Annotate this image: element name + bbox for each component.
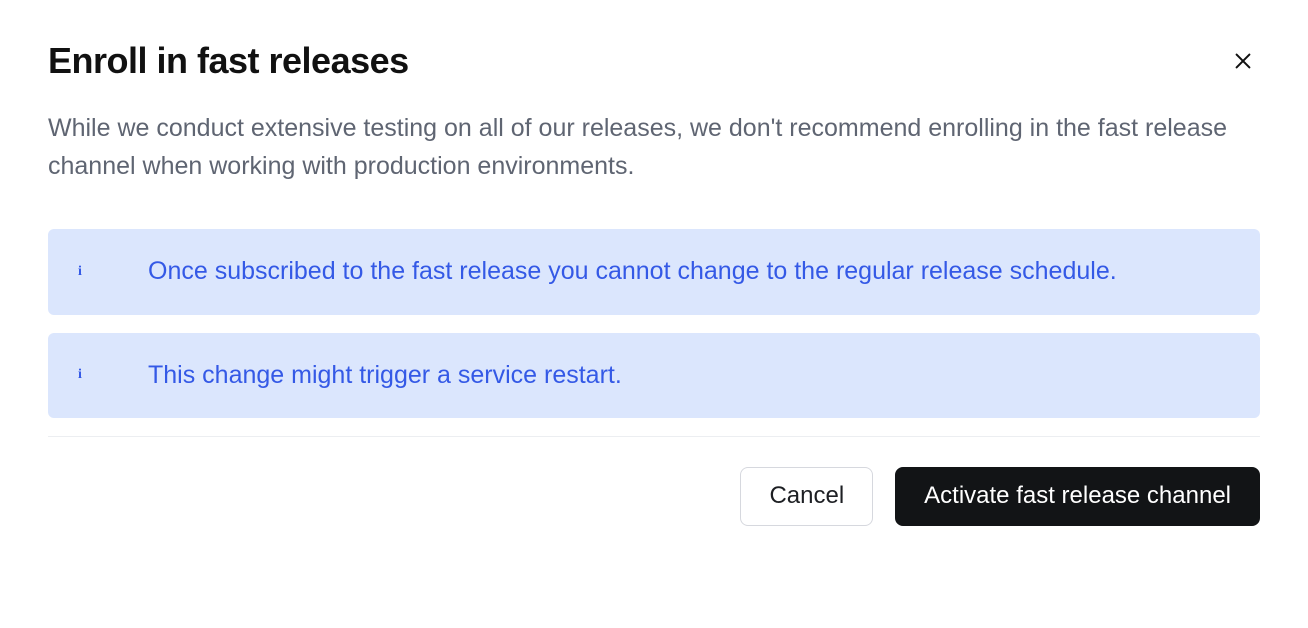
dialog-footer: Cancel Activate fast release channel [48,467,1260,526]
info-icon: i [78,264,148,280]
close-icon [1232,50,1254,72]
info-icon: i [78,367,148,383]
activate-button[interactable]: Activate fast release channel [895,467,1260,526]
divider [48,436,1260,437]
info-banner: i This change might trigger a service re… [48,333,1260,419]
info-banner-text: This change might trigger a service rest… [148,357,1230,395]
cancel-button[interactable]: Cancel [740,467,873,526]
dialog-description: While we conduct extensive testing on al… [48,110,1260,185]
close-button[interactable] [1226,44,1260,78]
enroll-dialog: Enroll in fast releases While we conduct… [0,0,1308,574]
info-banner: i Once subscribed to the fast release yo… [48,229,1260,315]
info-banner-text: Once subscribed to the fast release you … [148,253,1230,291]
dialog-title: Enroll in fast releases [48,40,409,82]
dialog-header: Enroll in fast releases [48,40,1260,82]
